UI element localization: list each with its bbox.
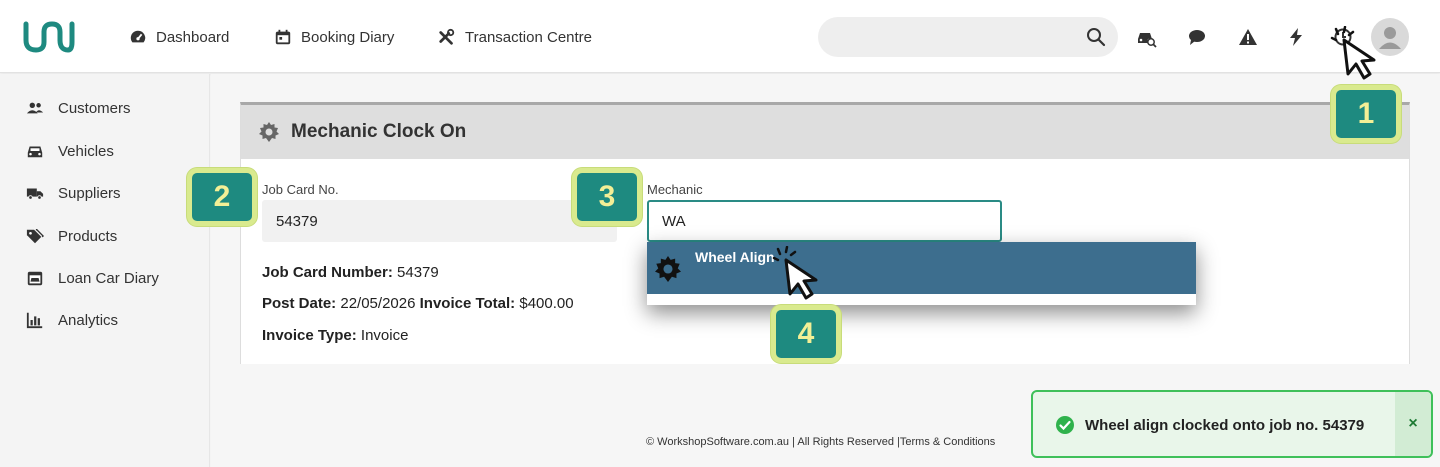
warning-icon — [1239, 29, 1257, 45]
sidebar-item-label: Vehicles — [58, 142, 114, 160]
dropdown-option-label: Wheel Align — [695, 249, 775, 265]
step-badge-2: 2 — [187, 168, 257, 226]
sidebar-item-label: Suppliers — [58, 184, 121, 202]
gear-icon — [655, 256, 681, 282]
mechanic-label: Mechanic — [647, 182, 703, 197]
global-search[interactable] — [818, 17, 1118, 57]
nav-transaction-centre-label: Transaction Centre — [465, 28, 593, 46]
sidebar-item-label: Products — [58, 227, 118, 245]
nav-transaction-centre[interactable]: Transaction Centre — [438, 26, 592, 48]
panel-header: Mechanic Clock On — [241, 105, 1409, 159]
nav-dashboard[interactable]: Dashboard — [129, 26, 229, 48]
tags-icon — [26, 229, 44, 244]
mechanic-input[interactable]: WA — [647, 200, 1002, 242]
job-card-number-line: Job Card Number: 54379 — [262, 264, 439, 281]
job-card-number-value: 54379 — [397, 264, 439, 281]
footer-copyright: © WorkshopSoftware.com.au | All Rights R… — [646, 436, 996, 448]
users-icon — [26, 102, 44, 114]
alerts-button[interactable] — [1237, 26, 1259, 48]
invoice-total-value: $400.00 — [519, 295, 574, 312]
click-cursor-icon — [772, 246, 818, 300]
messages-button[interactable] — [1186, 26, 1208, 48]
dropdown-option-wheel-align[interactable]: Wheel Align — [647, 242, 1196, 294]
step-badge-4: 4 — [771, 305, 841, 363]
step-badge-3: 3 — [572, 168, 642, 226]
lightning-icon — [1290, 28, 1302, 46]
car-search-icon — [1138, 33, 1157, 48]
job-card-input[interactable]: 54379 — [262, 200, 617, 242]
invoice-total-label: Invoice Total: — [419, 295, 516, 312]
calendar-icon — [275, 29, 291, 45]
car-icon — [27, 146, 43, 158]
invoice-type-value: Invoice — [360, 327, 409, 344]
nav-booking-diary-label: Booking Diary — [301, 28, 395, 46]
tools-icon — [439, 28, 455, 45]
step-badge-1: 1 — [1331, 85, 1401, 143]
nav-booking-diary[interactable]: Booking Diary — [274, 26, 394, 48]
post-date-value: 22/05/2026 — [340, 295, 416, 312]
job-card-label: Job Card No. — [262, 182, 339, 197]
post-date-label: Post Date: — [262, 295, 337, 312]
toast-message: Wheel align clocked onto job no. 54379 — [1085, 417, 1365, 434]
job-card-number-label: Job Card Number: — [262, 264, 393, 281]
invoice-type-label: Invoice Type: — [262, 327, 357, 344]
post-date-line: Post Date: 22/05/2026 Invoice Total: $40… — [262, 295, 574, 312]
chart-icon — [26, 312, 43, 329]
calendar-car-icon — [27, 271, 43, 286]
search-input[interactable] — [818, 17, 1058, 57]
brand-logo[interactable] — [22, 18, 76, 54]
success-toast: Wheel align clocked onto job no. 54379 × — [1031, 390, 1433, 458]
mechanic-dropdown: Wheel Align — [647, 242, 1196, 305]
quick-actions-button[interactable] — [1285, 26, 1307, 48]
page-title: Mechanic Clock On — [291, 121, 467, 142]
sidebar-item-label: Loan Car Diary — [58, 269, 159, 287]
vehicle-search-button[interactable] — [1135, 26, 1157, 48]
truck-icon — [26, 188, 44, 200]
check-circle-icon — [1056, 416, 1074, 434]
dashboard-icon — [130, 30, 146, 43]
nav-dashboard-label: Dashboard — [156, 28, 230, 46]
invoice-type-line: Invoice Type: Invoice — [262, 327, 408, 344]
sidebar-item-loan-car-diary[interactable]: Loan Car Diary — [26, 267, 159, 289]
search-icon[interactable] — [1086, 27, 1106, 47]
sidebar-item-analytics[interactable]: Analytics — [26, 309, 118, 331]
gear-icon — [259, 122, 279, 142]
sidebar-item-label: Analytics — [58, 311, 119, 329]
toast-close-button[interactable]: × — [1395, 392, 1431, 456]
sidebar-item-customers[interactable]: Customers — [26, 97, 131, 119]
sidebar-item-products[interactable]: Products — [26, 225, 117, 247]
sidebar-item-vehicles[interactable]: Vehicles — [26, 140, 114, 162]
top-navbar: Dashboard Booking Diary Transaction Cent… — [0, 0, 1440, 73]
sidebar-item-suppliers[interactable]: Suppliers — [26, 182, 121, 204]
sidebar-item-label: Customers — [58, 99, 131, 117]
chat-icon — [1189, 30, 1205, 45]
click-cursor-icon — [1330, 26, 1376, 80]
